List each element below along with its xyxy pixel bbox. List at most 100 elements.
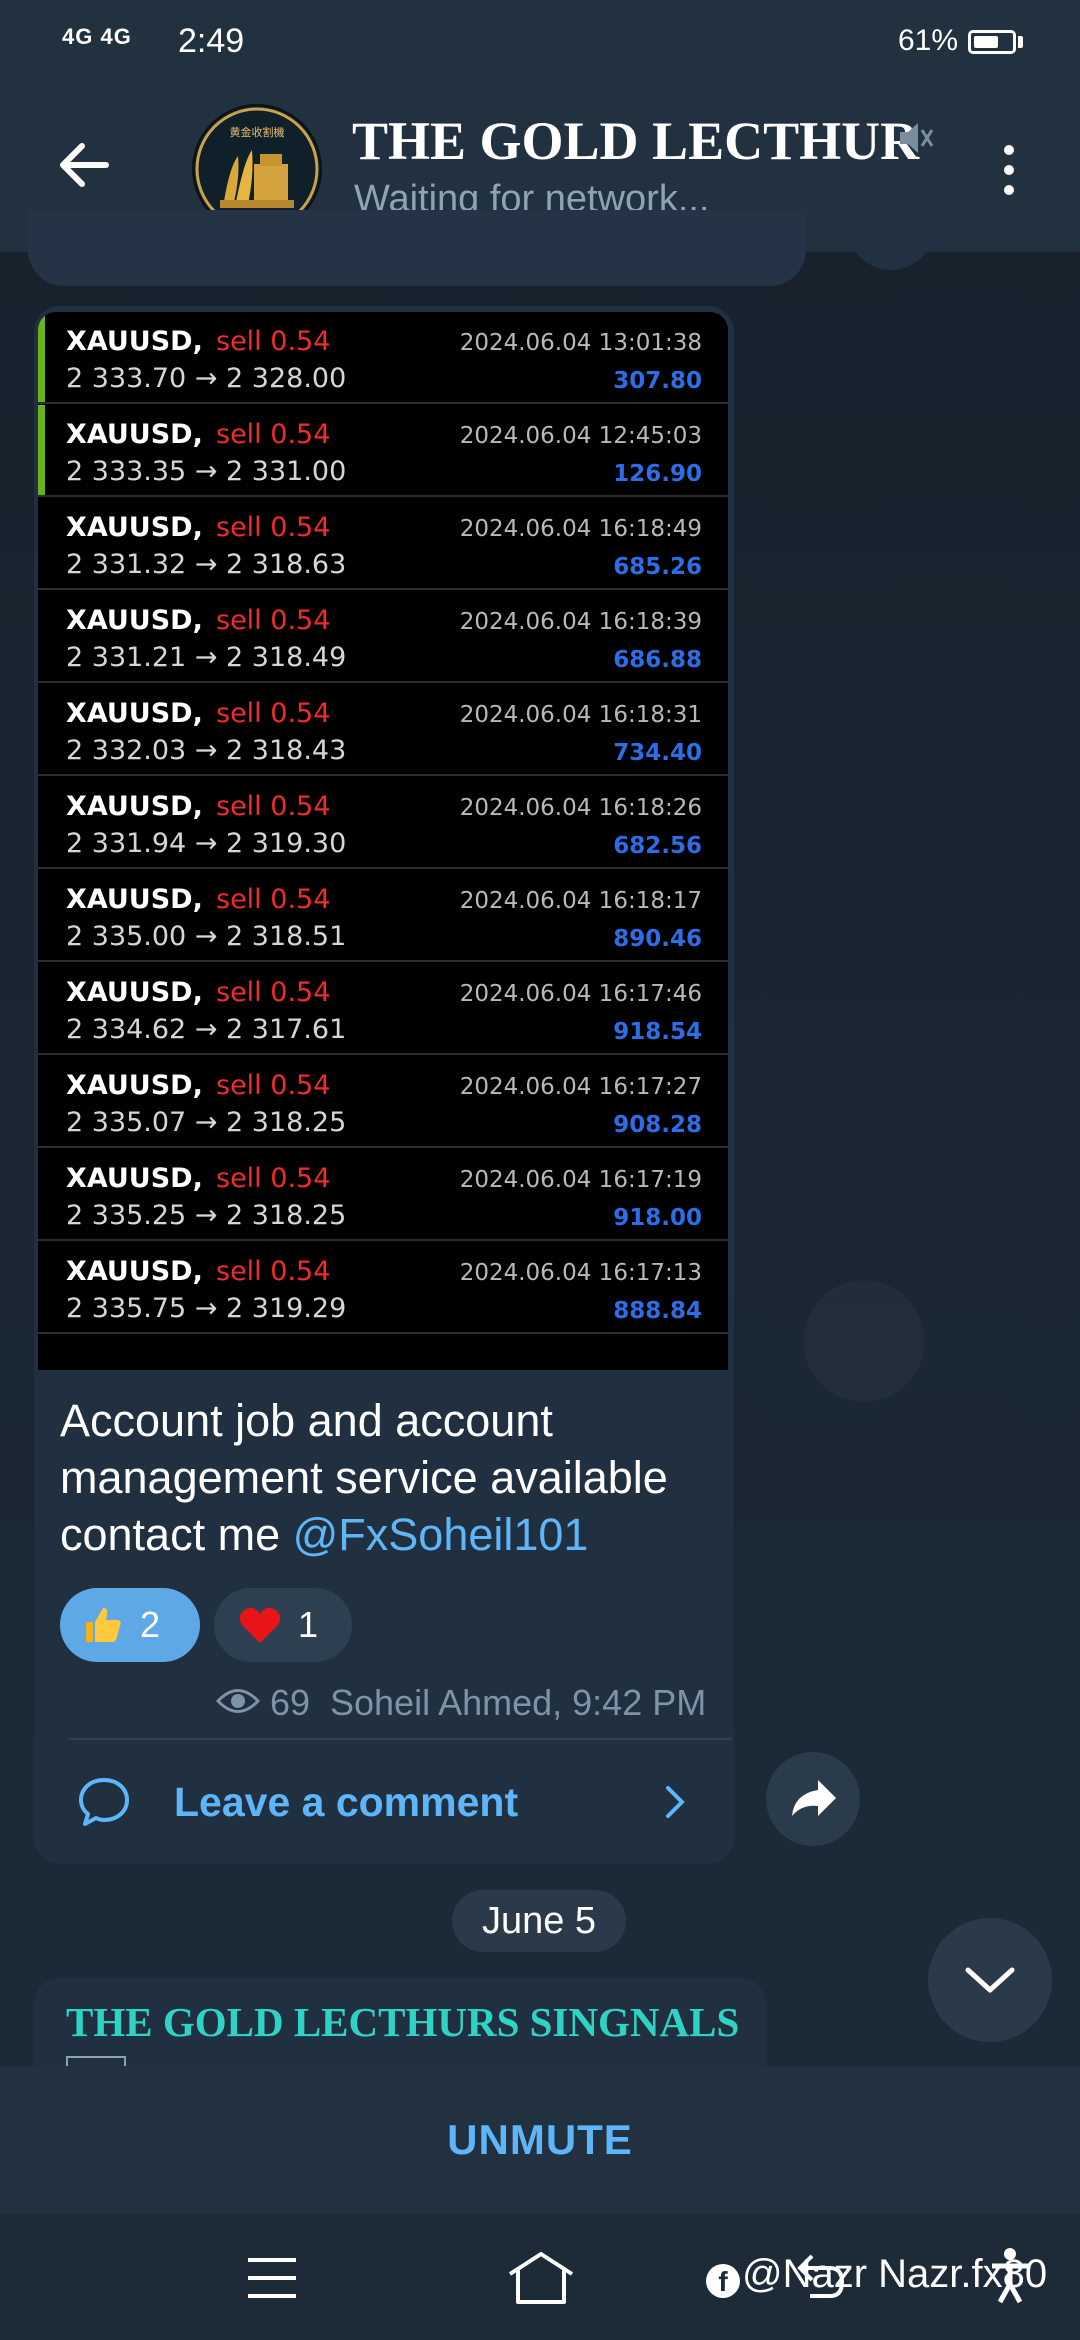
trade-time: 2024.06.04 16:18:39 — [459, 609, 702, 635]
trade-time: 2024.06.04 16:17:13 — [459, 1260, 702, 1286]
comment-bubble-icon[interactable] — [76, 1774, 132, 1830]
battery-percent: 61% — [898, 24, 959, 57]
trade-time: 2024.06.04 16:17:19 — [459, 1167, 702, 1193]
trade-side: sell 0.54 — [216, 1256, 331, 1287]
author-and-time: Soheil Ahmed, 9:42 PM — [330, 1682, 707, 1723]
reaction-count-like: 2 — [140, 1604, 161, 1645]
trade-prices: 2 333.35 → 2 331.00 — [66, 456, 347, 487]
trade-profit: 686.88 — [613, 647, 702, 673]
trade-history-image[interactable]: XAUUSD, sell 0.54 2 333.70 → 2 328.00 2024.… — [38, 312, 728, 1370]
heart-icon — [239, 1607, 281, 1643]
trade-side: sell 0.54 — [216, 884, 331, 915]
trade-time: 2024.06.04 16:18:49 — [459, 516, 702, 542]
trade-prices: 2 331.94 → 2 319.30 — [66, 828, 347, 859]
trade-side: sell 0.54 — [216, 605, 331, 636]
facebook-icon: f — [706, 2264, 740, 2298]
trade-time: 2024.06.04 16:18:26 — [459, 795, 702, 821]
home-icon[interactable] — [506, 2250, 576, 2306]
trade-prices: 2 335.75 → 2 319.29 — [66, 1293, 347, 1324]
scroll-to-bottom-button[interactable] — [928, 1918, 1052, 2042]
trade-profit: 682.56 — [613, 833, 702, 859]
leave-comment-button[interactable]: Leave a comment — [174, 1779, 518, 1826]
trade-symbol: XAUUSD, — [66, 605, 203, 636]
trade-time: 2024.06.04 13:01:38 — [459, 330, 702, 356]
trade-prices: 2 334.62 → 2 317.61 — [66, 1014, 347, 1045]
chevron-down-icon — [965, 1967, 1015, 1993]
mention-link[interactable]: @FxSoheil101 — [293, 1509, 589, 1560]
trade-profit: 918.54 — [613, 1019, 702, 1045]
reaction-thumbs-up[interactable]: 2 — [60, 1588, 200, 1662]
trade-prices: 2 335.25 → 2 318.25 — [66, 1200, 347, 1231]
trade-time: 2024.06.04 16:17:27 — [459, 1074, 702, 1100]
back-arrow-icon[interactable] — [50, 130, 120, 200]
date-separator: June 5 — [452, 1890, 626, 1952]
message-text: Account job and account management servi… — [60, 1392, 720, 1563]
trade-prices: 2 335.00 → 2 318.51 — [66, 921, 347, 952]
next-message-title: THE GOLD LECTHURS SINGNALS — [66, 1999, 740, 2045]
divider — [68, 1738, 732, 1740]
trade-symbol: XAUUSD, — [66, 419, 203, 450]
forward-arrow-icon — [792, 1780, 836, 1816]
trade-side: sell 0.54 — [216, 326, 331, 357]
trade-row: XAUUSD, sell 0.54 2 335.75 → 2 319.29 2024.… — [38, 1242, 728, 1334]
trade-row-partial — [38, 1335, 728, 1370]
trade-symbol: XAUUSD, — [66, 791, 203, 822]
trade-symbol: XAUUSD, — [66, 326, 203, 357]
watermark: f @Nazr Nazr.fx80 — [706, 2252, 1047, 2298]
trade-row: XAUUSD, sell 0.54 2 332.03 → 2 318.43 2024.… — [38, 684, 728, 776]
trade-profit: 888.84 — [613, 1298, 702, 1324]
trade-symbol: XAUUSD, — [66, 1070, 203, 1101]
battery-icon — [968, 30, 1016, 54]
trade-time: 2024.06.04 16:17:46 — [459, 981, 702, 1007]
unmute-bar: UNMUTE — [0, 2066, 1080, 2214]
trade-row: XAUUSD, sell 0.54 2 331.94 → 2 319.30 2024.… — [38, 777, 728, 869]
trade-row: XAUUSD, sell 0.54 2 335.07 → 2 318.25 2024.… — [38, 1056, 728, 1148]
trade-row: XAUUSD, sell 0.54 2 331.32 → 2 318.63 2024.… — [38, 498, 728, 590]
trade-profit: 734.40 — [613, 740, 702, 766]
battery-tip — [1018, 36, 1023, 48]
trade-symbol: XAUUSD, — [66, 1163, 203, 1194]
trade-prices: 2 335.07 → 2 318.25 — [66, 1107, 347, 1138]
trade-side: sell 0.54 — [216, 1070, 331, 1101]
trade-profit: 685.26 — [613, 554, 702, 580]
thumbs-up-icon — [86, 1608, 121, 1642]
trade-marker — [38, 405, 45, 495]
trade-row: XAUUSD, sell 0.54 2 331.21 → 2 318.49 2024.… — [38, 591, 728, 683]
share-forward-button[interactable] — [766, 1752, 860, 1846]
reaction-heart[interactable]: 1 — [214, 1588, 352, 1662]
previous-message-bubble — [28, 210, 806, 286]
trade-side: sell 0.54 — [216, 791, 331, 822]
trade-prices: 2 332.03 → 2 318.43 — [66, 735, 347, 766]
recent-apps-icon[interactable] — [246, 2256, 298, 2300]
trade-side: sell 0.54 — [216, 977, 331, 1008]
more-options-icon[interactable] — [990, 140, 1028, 200]
trade-side: sell 0.54 — [216, 512, 331, 543]
avatar-caption: 黄金收割機 — [230, 125, 285, 139]
muted-speaker-icon — [898, 118, 934, 158]
trade-row: XAUUSD, sell 0.54 2 334.62 → 2 317.61 2024.… — [38, 963, 728, 1055]
trade-profit: 918.00 — [613, 1205, 702, 1231]
trade-marker — [38, 312, 45, 402]
trade-profit: 307.80 — [613, 368, 702, 394]
channel-title[interactable]: THE GOLD LECTHURS — [352, 110, 922, 172]
network-indicator: 4G 4G — [62, 24, 132, 49]
trade-row: XAUUSD, sell 0.54 2 335.25 → 2 318.25 2024.… — [38, 1149, 728, 1241]
reaction-count-heart: 1 — [298, 1604, 319, 1645]
trade-prices: 2 331.21 → 2 318.49 — [66, 642, 347, 673]
trade-side: sell 0.54 — [216, 698, 331, 729]
chevron-right-icon[interactable] — [660, 1782, 690, 1822]
trade-prices: 2 333.70 → 2 328.00 — [66, 363, 347, 394]
trade-time: 2024.06.04 12:45:03 — [459, 423, 702, 449]
trade-row: XAUUSD, sell 0.54 2 335.00 → 2 318.51 2024.… — [38, 870, 728, 962]
eye-icon — [215, 1686, 261, 1716]
trade-symbol: XAUUSD, — [66, 698, 203, 729]
trade-profit: 890.46 — [613, 926, 702, 952]
watermark-text: @Nazr Nazr.fx80 — [742, 2252, 1048, 2296]
unmute-button[interactable]: UNMUTE — [447, 2116, 633, 2164]
views-count: 69 — [270, 1682, 311, 1723]
trade-symbol: XAUUSD, — [66, 1256, 203, 1287]
trade-side: sell 0.54 — [216, 1163, 331, 1194]
trade-profit: 908.28 — [613, 1112, 702, 1138]
trade-symbol: XAUUSD, — [66, 884, 203, 915]
trade-symbol: XAUUSD, — [66, 512, 203, 543]
